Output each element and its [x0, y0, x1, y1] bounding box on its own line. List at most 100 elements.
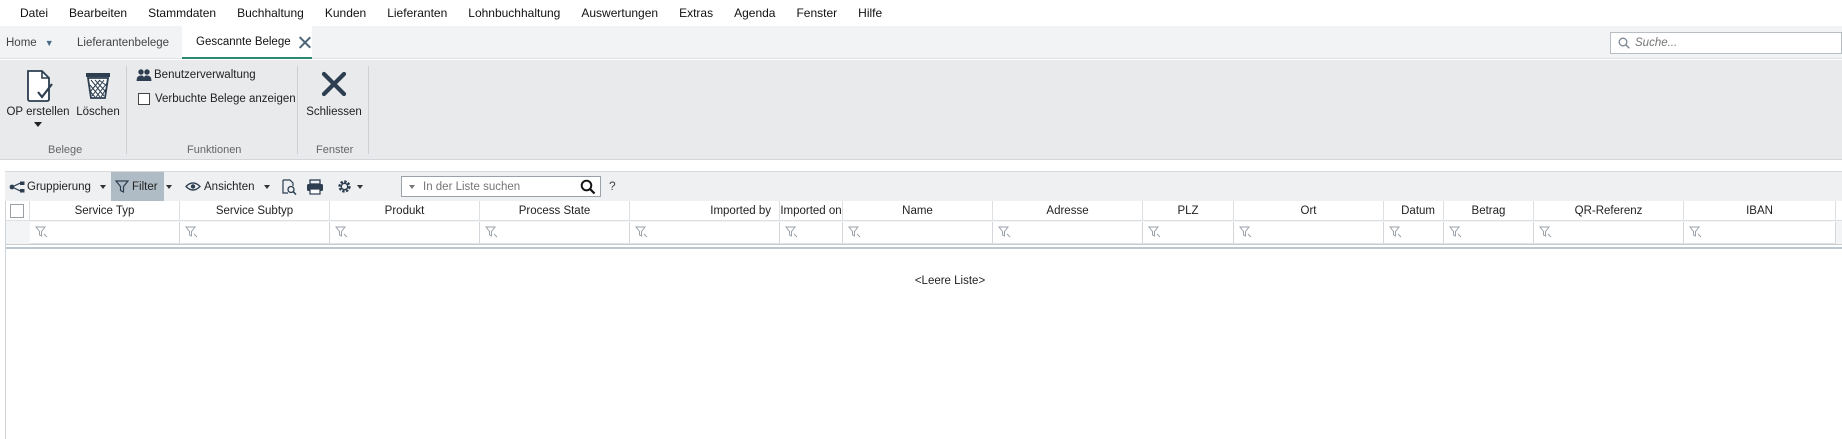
- filter-cell[interactable]: [30, 222, 180, 244]
- schliessen-label: Schliessen: [306, 106, 362, 118]
- column-header-imported-on[interactable]: Imported on: [780, 201, 843, 221]
- filter-cell[interactable]: [480, 222, 630, 244]
- document-check-icon: [27, 70, 53, 102]
- benutzerverwaltung-button[interactable]: Benutzerverwaltung: [136, 68, 256, 82]
- filter-cell[interactable]: [1534, 222, 1684, 244]
- chevron-down-icon[interactable]: ▼: [45, 38, 54, 48]
- checkbox[interactable]: [138, 93, 150, 105]
- menu-auswertungen[interactable]: Auswertungen: [581, 6, 658, 20]
- column-header-name[interactable]: Name: [843, 201, 993, 221]
- list-search-input[interactable]: [423, 180, 573, 193]
- chevron-down-icon[interactable]: [409, 184, 415, 189]
- column-header-service-typ[interactable]: Service Typ: [30, 201, 180, 221]
- filter-button[interactable]: Filter: [111, 172, 164, 201]
- column-header-adresse[interactable]: Adresse: [993, 201, 1143, 221]
- filter-cell[interactable]: [1143, 222, 1234, 244]
- chevron-down-icon[interactable]: [99, 184, 106, 189]
- menu-fenster[interactable]: Fenster: [796, 6, 837, 20]
- filter-cell[interactable]: [180, 222, 330, 244]
- menu-lieferanten[interactable]: Lieferanten: [387, 6, 447, 20]
- column-header-datum[interactable]: Datum: [1384, 201, 1444, 221]
- filter-cell[interactable]: [1384, 222, 1444, 244]
- loeschen-label: Löschen: [76, 106, 120, 118]
- gruppierung-button[interactable]: Gruppierung: [9, 172, 106, 201]
- column-header-plz[interactable]: PLZ: [1143, 201, 1234, 221]
- column-header-qr-referenz[interactable]: QR-Referenz: [1534, 201, 1684, 221]
- column-header-iban[interactable]: IBAN: [1684, 201, 1836, 221]
- menu-bearbeiten[interactable]: Bearbeiten: [69, 6, 127, 20]
- menu-stammdaten[interactable]: Stammdaten: [148, 6, 216, 20]
- filter-cell[interactable]: [843, 222, 993, 244]
- filter-cell[interactable]: [780, 222, 843, 244]
- print-preview-button[interactable]: [281, 172, 297, 201]
- close-icon[interactable]: [298, 35, 312, 49]
- filter-funnel-icon: [1239, 226, 1252, 238]
- eye-icon: [185, 182, 201, 191]
- filter-funnel-icon: [35, 226, 48, 238]
- filter-cell[interactable]: [993, 222, 1143, 244]
- filter-funnel-icon: [848, 226, 861, 238]
- search-icon[interactable]: [580, 179, 596, 195]
- gruppierung-label: Gruppierung: [27, 180, 91, 193]
- column-header-process-state[interactable]: Process State: [480, 201, 630, 221]
- benutzerverwaltung-label: Benutzerverwaltung: [154, 69, 256, 81]
- filter-cell[interactable]: [1444, 222, 1534, 244]
- list-search[interactable]: [401, 176, 601, 197]
- menu-lohnbuchhaltung[interactable]: Lohnbuchhaltung: [468, 6, 560, 20]
- column-header-betrag[interactable]: Betrag: [1444, 201, 1534, 221]
- menu-kunden[interactable]: Kunden: [325, 6, 366, 20]
- filter-funnel-icon: [1449, 226, 1462, 238]
- print-preview-icon: [282, 178, 297, 195]
- filter-cell[interactable]: [1234, 222, 1384, 244]
- op-erstellen-button[interactable]: OP erstellen: [6, 68, 70, 127]
- tab-lieferantenbelege-label: Lieferantenbelege: [77, 36, 170, 49]
- verbuchte-belege-checkbox[interactable]: Verbuchte Belege anzeigen: [138, 93, 296, 105]
- tab-gescannte-belege-label: Gescannte Belege: [196, 35, 291, 48]
- tab-lieferantenbelege[interactable]: Lieferantenbelege: [77, 26, 169, 59]
- settings-button[interactable]: [337, 172, 363, 201]
- chevron-down-icon[interactable]: [166, 184, 172, 189]
- chevron-down-icon[interactable]: [357, 184, 363, 189]
- global-search-input[interactable]: [1635, 37, 1825, 49]
- column-header-service-subtyp[interactable]: Service Subtyp: [180, 201, 330, 221]
- menu-agenda[interactable]: Agenda: [734, 6, 775, 20]
- tab-home-label: Home: [6, 36, 37, 49]
- grid-toolbar: Gruppierung Filter Ansichten In der List…: [5, 171, 1842, 201]
- global-search[interactable]: [1610, 32, 1842, 54]
- menu-buchhaltung[interactable]: Buchhaltung: [237, 6, 304, 20]
- tab-gescannte-belege[interactable]: Gescannte Belege: [182, 26, 312, 59]
- grid-filter-row: [6, 221, 1842, 245]
- schliessen-button[interactable]: Schliessen: [306, 68, 362, 118]
- printer-icon: [307, 178, 323, 195]
- menu-hilfe[interactable]: Hilfe: [858, 6, 882, 20]
- filter-cell[interactable]: [1684, 222, 1836, 244]
- filter-icon: [115, 180, 129, 193]
- empty-list-message: <Leere Liste>: [914, 275, 986, 287]
- tab-home[interactable]: Home ▼: [6, 26, 54, 59]
- filter-dropdown[interactable]: [163, 172, 172, 201]
- group-label-belege: Belege: [48, 144, 83, 156]
- column-header-produkt[interactable]: Produkt: [330, 201, 480, 221]
- select-all-checkbox[interactable]: [10, 204, 24, 218]
- verbuchte-belege-label: Verbuchte Belege anzeigen: [155, 93, 296, 105]
- chevron-down-icon[interactable]: [34, 122, 42, 127]
- help-button[interactable]: ?: [609, 179, 616, 193]
- gear-icon: [338, 180, 351, 193]
- tab-bar: Home ▼ Lieferantenbelege Gescannte Beleg…: [0, 26, 1842, 59]
- chevron-down-icon[interactable]: [263, 184, 270, 189]
- ansichten-label: Ansichten: [204, 180, 255, 193]
- filter-cell[interactable]: [330, 222, 480, 244]
- ansichten-button[interactable]: Ansichten: [185, 172, 270, 201]
- filter-funnel-icon: [998, 226, 1011, 238]
- column-header-ort[interactable]: Ort: [1234, 201, 1384, 221]
- filter-cell[interactable]: [630, 222, 780, 244]
- column-header-imported-by[interactable]: Imported by: [630, 201, 780, 221]
- grid-header-row: Service Typ Service Subtyp Produkt Proce…: [6, 201, 1842, 221]
- menu-extras[interactable]: Extras: [679, 6, 713, 20]
- menu-datei[interactable]: Datei: [20, 6, 48, 20]
- grid-header-divider: [6, 247, 1842, 249]
- filter-funnel-icon: [1689, 226, 1702, 238]
- loeschen-button[interactable]: Löschen: [75, 68, 121, 118]
- print-button[interactable]: [306, 172, 324, 201]
- users-icon: [136, 69, 152, 81]
